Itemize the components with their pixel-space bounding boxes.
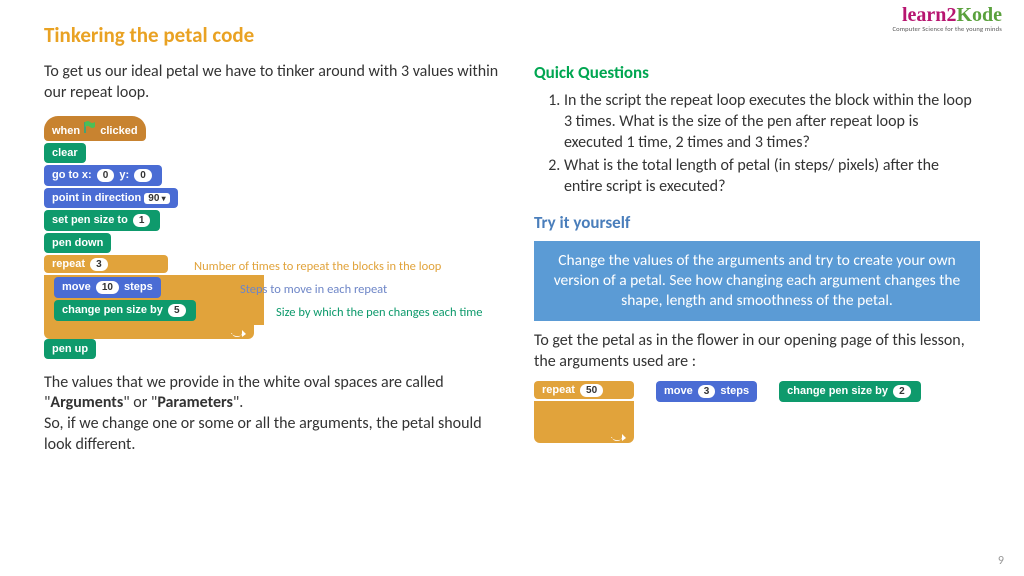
- loop-arrow-icon: [610, 431, 628, 441]
- arg-move-label-b: steps: [720, 385, 749, 397]
- arg-move-label-a: move: [664, 385, 693, 397]
- clicked-label: clicked: [100, 125, 137, 137]
- arg-repeat-value: 50: [580, 384, 603, 397]
- annotation-repeat: Number of times to repeat the blocks in …: [194, 259, 441, 274]
- move-label-a: move: [62, 281, 91, 293]
- annotation-move: Steps to move in each repeat: [240, 282, 387, 297]
- setpen-label: set pen size to: [52, 214, 128, 226]
- expl-parameters: Parameters: [157, 393, 233, 412]
- repeat-label: repeat: [52, 258, 85, 270]
- page: learn2Kode Computer Science for the youn…: [0, 0, 1024, 576]
- goto-y-arg: 0: [134, 169, 152, 182]
- block-point: point in direction 90: [44, 188, 178, 208]
- arg-change-label: change pen size by: [787, 385, 888, 397]
- right-column: Quick Questions In the script the repeat…: [534, 62, 980, 456]
- change-arg: 5: [168, 304, 186, 317]
- page-title: Tinkering the petal code: [44, 22, 980, 48]
- green-flag-icon: [83, 121, 97, 137]
- block-goto: go to x: 0 y: 0: [44, 165, 162, 186]
- expl-3: ".: [233, 393, 243, 412]
- question-1: In the script the repeat loop executes t…: [564, 91, 980, 153]
- intro-text: To get us our ideal petal we have to tin…: [44, 62, 500, 104]
- try-it-yourself-title: Try it yourself: [534, 212, 980, 233]
- question-2: What is the total length of petal (in st…: [564, 156, 980, 198]
- arg-change-value: 2: [893, 385, 911, 398]
- used-args-text: To get the petal as in the flower in our…: [534, 331, 980, 373]
- explanation-text: The values that we provide in the white …: [44, 373, 500, 456]
- expl-arguments: Arguments: [50, 393, 123, 412]
- block-move: move 10 steps: [54, 277, 161, 298]
- quick-questions-title: Quick Questions: [534, 62, 980, 83]
- block-repeat: repeat 3: [44, 255, 168, 273]
- logo-text-b: 2: [946, 4, 956, 26]
- change-label: change pen size by: [62, 304, 163, 316]
- logo-text-a: learn: [902, 4, 946, 26]
- loop-arrow-icon: [230, 327, 248, 337]
- point-label: point in direction: [52, 192, 141, 204]
- annotation-change: Size by which the pen changes each time: [276, 305, 483, 320]
- arg-move-block: move 3 steps: [656, 381, 757, 402]
- block-clear: clear: [44, 143, 86, 163]
- scratch-script: when clicked clear go to x: 0 y: 0 point…: [44, 116, 500, 361]
- logo-main: learn2Kode: [892, 6, 1002, 24]
- point-dir-dropdown: 90: [144, 193, 169, 204]
- expl-4: So, if we change one or some or all the …: [44, 414, 482, 454]
- goto-label-b: y:: [119, 169, 129, 181]
- block-when-clicked: when clicked: [44, 116, 146, 141]
- argument-blocks: repeat 50 move 3 steps change pen size b…: [534, 381, 980, 443]
- callout-box: Change the values of the arguments and t…: [534, 241, 980, 321]
- question-list: In the script the repeat loop executes t…: [534, 91, 980, 198]
- left-column: To get us our ideal petal we have to tin…: [44, 62, 500, 456]
- goto-x-arg: 0: [97, 169, 115, 182]
- goto-label-a: go to x:: [52, 169, 92, 181]
- block-pen-down: pen down: [44, 233, 111, 253]
- move-arg: 10: [96, 281, 119, 294]
- arg-repeat-label: repeat: [542, 384, 575, 396]
- page-number: 9: [998, 554, 1004, 568]
- expl-2: " or ": [123, 393, 157, 412]
- repeat-body: move 10 steps change pen size by 5: [44, 275, 264, 325]
- block-set-pen-size: set pen size to 1: [44, 210, 160, 231]
- setpen-arg: 1: [133, 214, 151, 227]
- block-pen-up: pen up: [44, 339, 96, 359]
- move-label-b: steps: [124, 281, 153, 293]
- logo: learn2Kode Computer Science for the youn…: [892, 6, 1002, 33]
- arg-change-block: change pen size by 2: [779, 381, 921, 402]
- logo-text-c: Kode: [956, 4, 1002, 26]
- repeat-arg: 3: [90, 258, 108, 271]
- arg-repeat-block: repeat 50: [534, 381, 634, 443]
- block-change-pen-size: change pen size by 5: [54, 300, 196, 321]
- arg-move-value: 3: [698, 385, 716, 398]
- when-label: when: [52, 125, 80, 137]
- columns: To get us our ideal petal we have to tin…: [44, 62, 980, 456]
- logo-subtitle: Computer Science for the young minds: [892, 25, 1002, 33]
- repeat-foot: [44, 325, 254, 339]
